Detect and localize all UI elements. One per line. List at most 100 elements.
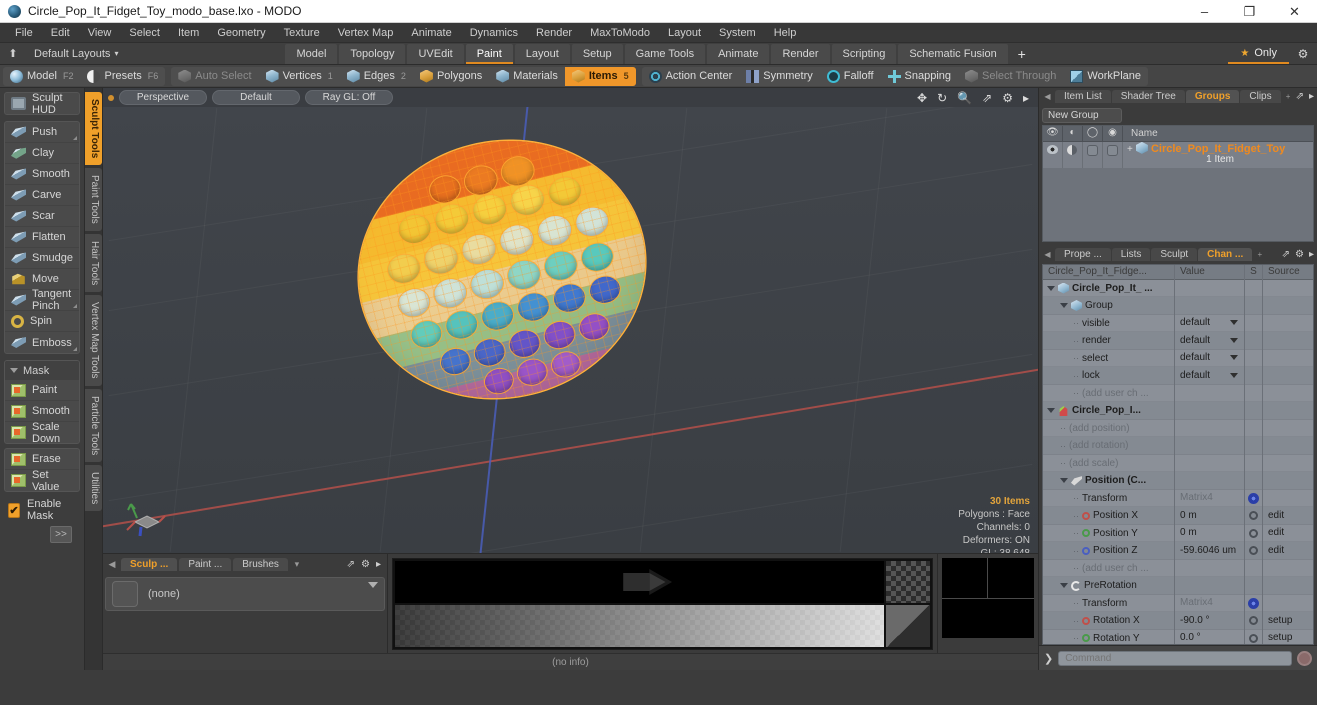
menu-item-dynamics[interactable]: Dynamics: [461, 23, 527, 43]
expand-triangle-icon[interactable]: [1046, 285, 1055, 291]
viewport-3d-canvas[interactable]: 30 Items Polygons : Face Channels: 0 Def…: [102, 107, 1038, 553]
mode-button-model[interactable]: Model F2: [3, 67, 80, 86]
mode-button-falloff[interactable]: Falloff: [820, 67, 881, 86]
mode-button-workplane[interactable]: WorkPlane: [1063, 67, 1148, 86]
channel-value-cell[interactable]: [1175, 279, 1245, 297]
chevron-down-icon[interactable]: [367, 582, 378, 588]
row-visibility-toggle[interactable]: [1043, 141, 1063, 168]
mode-button-polygons[interactable]: Polygons: [413, 67, 489, 86]
sculpt-hud-button[interactable]: Sculpt HUD: [5, 93, 79, 114]
expand-triangle-icon[interactable]: [1059, 478, 1068, 484]
tab-clips[interactable]: Clips: [1240, 90, 1281, 104]
view-more-icon[interactable]: ▸: [1023, 91, 1029, 105]
menu-item-layout[interactable]: Layout: [659, 23, 710, 43]
channel-row[interactable]: ·· Rotation X -90.0 ° setup: [1042, 611, 1314, 630]
viewport-menu-dot-icon[interactable]: [107, 94, 114, 101]
channel-state-cell[interactable]: [1245, 331, 1263, 350]
mask-tool-set-value[interactable]: Set Value: [5, 469, 79, 491]
channel-value-cell[interactable]: [1175, 559, 1245, 577]
new-group-button[interactable]: New Group: [1041, 107, 1122, 123]
gradient-editor[interactable]: [391, 558, 933, 650]
sculpt-tool-push[interactable]: Push: [5, 122, 79, 143]
channel-state-cell[interactable]: [1245, 471, 1263, 490]
channel-state-cell[interactable]: [1245, 454, 1263, 472]
menu-item-texture[interactable]: Texture: [275, 23, 329, 43]
submenu-corner-icon[interactable]: [72, 347, 77, 351]
channel-row[interactable]: Circle_Pop_I...: [1042, 401, 1314, 420]
layout-tab-uvedit[interactable]: UVEdit: [407, 43, 464, 64]
channel-value-cell[interactable]: 0.0 °: [1175, 629, 1245, 645]
brush-quad-preview[interactable]: [941, 558, 1034, 638]
vertical-tab-sculpt-tools[interactable]: Sculpt Tools: [84, 92, 102, 166]
command-input[interactable]: [1058, 650, 1293, 666]
channel-state-cell[interactable]: [1245, 401, 1263, 420]
expand-panel-button[interactable]: >>: [49, 526, 72, 543]
channel-value-cell[interactable]: [1175, 384, 1245, 402]
channel-state-cell[interactable]: [1245, 296, 1263, 315]
channel-row[interactable]: ·· (add rotation): [1042, 436, 1314, 455]
mode-button-auto-select[interactable]: Auto Select: [171, 67, 258, 86]
checkbox-icon[interactable]: ✔: [8, 502, 21, 518]
channel-state-cell[interactable]: [1245, 541, 1263, 560]
channel-state-cell[interactable]: [1245, 506, 1263, 525]
only-toggle[interactable]: ★ Only: [1228, 44, 1289, 64]
channel-value-cell[interactable]: [1175, 419, 1245, 437]
channel-value-cell[interactable]: [1175, 436, 1245, 455]
viewport-style-button[interactable]: Default: [211, 90, 300, 105]
add-tab-button[interactable]: +: [1253, 250, 1266, 259]
mode-button-edges[interactable]: Edges 2: [340, 67, 413, 86]
state-ring-icon[interactable]: [1248, 616, 1258, 626]
menu-item-help[interactable]: Help: [765, 23, 806, 43]
minimize-button[interactable]: –: [1182, 0, 1227, 23]
mode-button-action-center[interactable]: Action Center: [642, 67, 740, 86]
channel-row[interactable]: ·· Position X 0 m edit: [1042, 506, 1314, 525]
channel-state-cell[interactable]: [1245, 576, 1263, 595]
gear-icon[interactable]: ⚙: [1295, 249, 1304, 260]
record-icon[interactable]: [1297, 650, 1313, 666]
mode-button-presets[interactable]: Presets F6: [80, 67, 165, 86]
viewport-raygl-button[interactable]: Ray GL: Off: [304, 90, 393, 105]
channel-row[interactable]: ·· Transform Matrix4: [1042, 489, 1314, 508]
layout-tab-model[interactable]: Model: [285, 43, 338, 64]
menu-item-maxtomodo[interactable]: MaxToModo: [581, 23, 659, 43]
add-layout-button[interactable]: +: [1009, 44, 1035, 64]
maximize-button[interactable]: ❐: [1227, 0, 1272, 23]
chevron-down-icon[interactable]: [1229, 337, 1238, 343]
channel-state-cell[interactable]: [1245, 594, 1263, 612]
more-icon[interactable]: ▸: [1309, 249, 1314, 260]
channel-state-cell[interactable]: [1245, 436, 1263, 455]
menu-item-animate[interactable]: Animate: [402, 23, 460, 43]
rotate-view-icon[interactable]: ↻: [937, 91, 947, 105]
channel-value-cell[interactable]: Matrix4: [1175, 594, 1245, 612]
menu-item-edit[interactable]: Edit: [42, 23, 79, 43]
state-ring-icon[interactable]: [1248, 528, 1258, 538]
tab-shader-tree[interactable]: Shader Tree: [1111, 90, 1185, 104]
state-ring-filled-icon[interactable]: [1247, 597, 1259, 609]
channel-value-cell[interactable]: [1175, 401, 1245, 420]
more-icon[interactable]: ▸: [376, 559, 381, 570]
channel-state-cell[interactable]: [1245, 279, 1263, 297]
expand-triangle-icon[interactable]: [1046, 408, 1055, 414]
expand-plus-icon[interactable]: +: [1127, 144, 1133, 155]
sculpt-tool-carve[interactable]: Carve: [5, 185, 79, 206]
brush-shape-preview[interactable]: [394, 561, 884, 603]
brush-swatch-top[interactable]: [885, 561, 930, 603]
tab-brushes[interactable]: Brushes: [233, 558, 288, 571]
brush-preset-selector[interactable]: (none): [104, 577, 385, 611]
channel-row[interactable]: PreRotation: [1042, 576, 1314, 595]
menu-item-system[interactable]: System: [710, 23, 765, 43]
layout-tab-setup[interactable]: Setup: [571, 43, 623, 64]
layout-tab-game-tools[interactable]: Game Tools: [624, 43, 706, 64]
channel-state-cell[interactable]: [1245, 419, 1263, 437]
tab-sculpt-props[interactable]: Sculpt: [1151, 248, 1198, 262]
sculpt-tool-smudge[interactable]: Smudge: [5, 248, 79, 269]
vertical-tab-vertex-map-tools[interactable]: Vertex Map Tools: [84, 295, 102, 386]
layout-tab-render[interactable]: Render: [771, 43, 830, 64]
zoom-view-icon[interactable]: 🔍: [957, 91, 972, 105]
move-view-icon[interactable]: ✥: [917, 91, 927, 105]
sculpt-tool-emboss[interactable]: Emboss: [5, 332, 79, 353]
mode-button-select-through[interactable]: Select Through: [958, 67, 1063, 86]
mask-tool-erase[interactable]: Erase: [5, 449, 79, 470]
channel-value-cell[interactable]: default: [1175, 314, 1245, 332]
fit-view-icon[interactable]: ⇗: [982, 91, 992, 105]
